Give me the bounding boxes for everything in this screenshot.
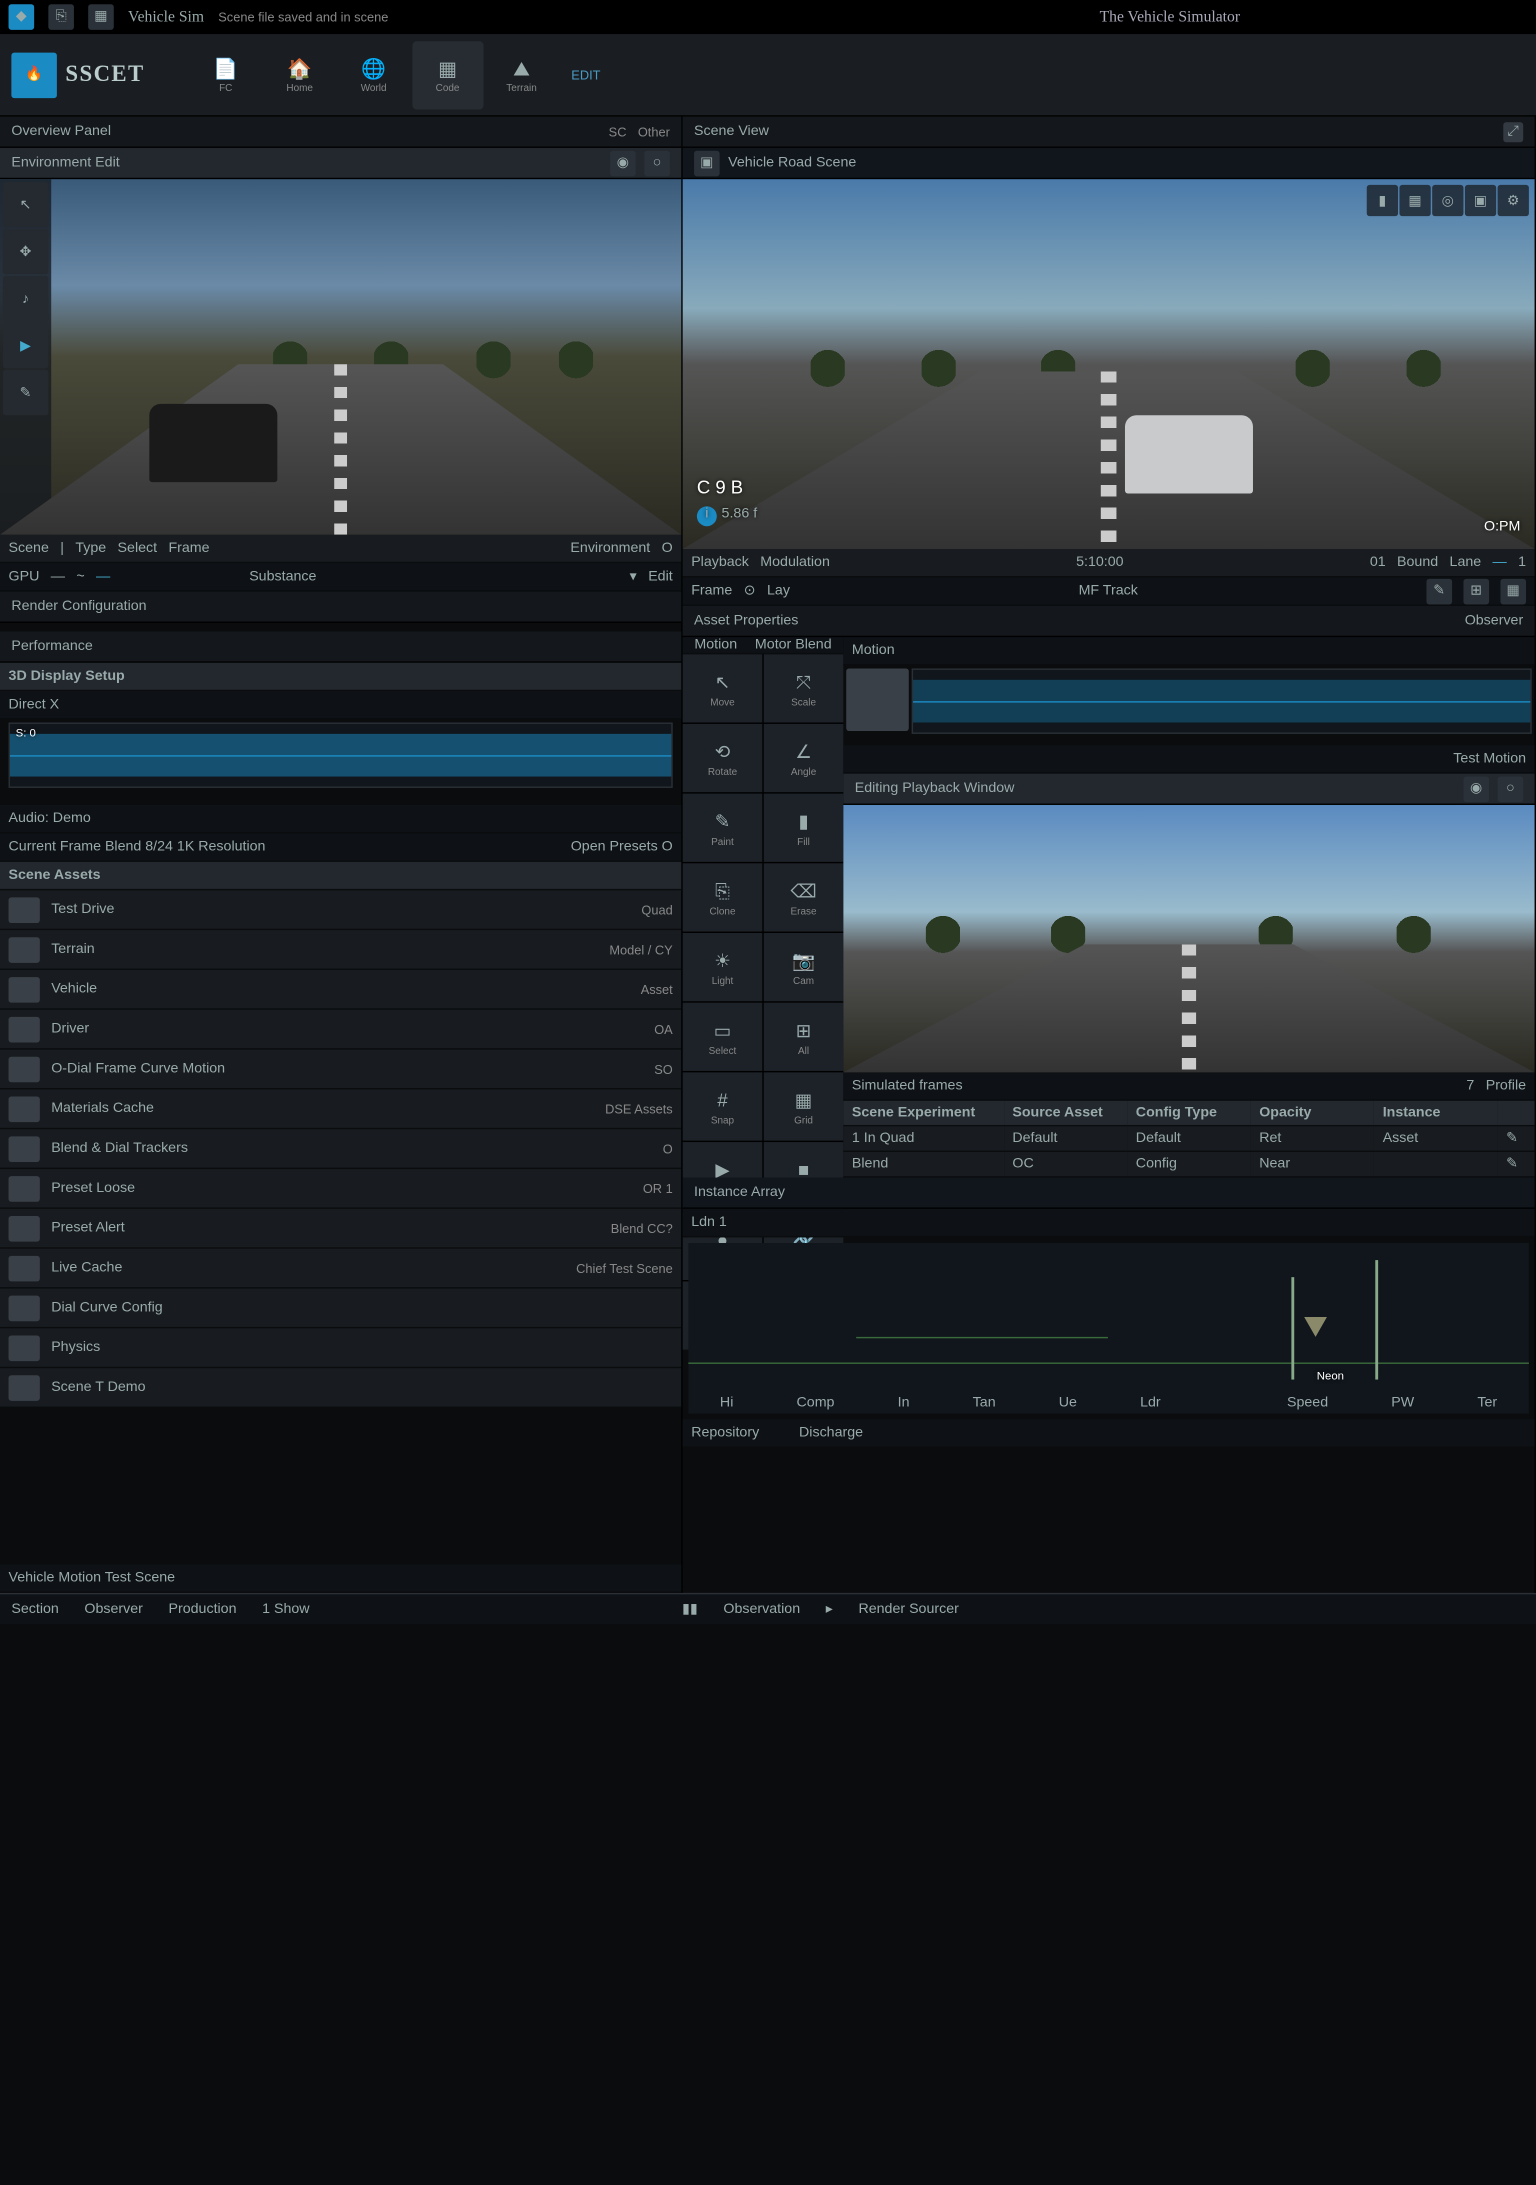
ribbon-tab-terrain[interactable]: ⛰Terrain [486,41,557,109]
assets-header[interactable]: Scene Assets [0,862,681,890]
palette-rotate[interactable]: ⟲Rotate [683,724,763,792]
motion-wave[interactable] [912,668,1532,733]
list-item[interactable]: Materials CacheDSE Assets [0,1089,681,1129]
config-table[interactable]: Scene ExperimentSource AssetConfig TypeO… [843,1101,1534,1178]
move-icon[interactable]: ✥ [3,229,49,275]
list-item[interactable]: Dial Curve Config [0,1289,681,1329]
palette-grid[interactable]: ▦Grid [764,1072,844,1140]
titlebar: ◆ ⎘ ▦ Vehicle Sim Scene file saved and i… [0,0,1536,34]
brand-logo[interactable]: 🔥 SSCET [11,52,144,98]
tool-icon[interactable]: ◎ [1432,185,1463,216]
palette-move[interactable]: ↖Move [683,654,763,722]
viewport-tab[interactable]: Environment Edit ◉ ○ [0,148,681,179]
telemetry-footer: RepositoryDischarge [683,1419,1535,1447]
render-config-hdr: Render Configuration [0,592,681,623]
brush-icon[interactable]: ✎ [3,370,49,416]
status-bar: SectionObserver Production1 Show ▮▮Obser… [0,1593,1536,1624]
performance-hdr: Performance [0,631,681,662]
titlebar-btn[interactable]: ▦ [88,4,114,30]
palette-angle[interactable]: ∠Angle [764,724,844,792]
palette-erase[interactable]: ⌫Erase [764,863,844,931]
overview-header: Overview Panel SC Other [0,117,681,148]
timeline-wave[interactable]: S: 0 [9,722,673,787]
expand-icon[interactable]: ⤢ [1503,122,1523,142]
scene-icon: ▣ [694,150,720,176]
list-item[interactable]: Blend & Dial TrackersO [0,1129,681,1169]
list-item[interactable]: VehicleAsset [0,970,681,1010]
viewport-toolstrip: ↖ ✥ ♪ ▶ ✎ [0,179,51,535]
app-icon[interactable]: ◆ [9,4,35,30]
vehicle [150,403,278,481]
palette-fill[interactable]: ▮Fill [764,794,844,862]
cursor-icon[interactable]: ↖ [3,182,49,228]
list-item[interactable]: Scene T Demo [0,1368,681,1408]
flame-icon: 🔥 [11,52,57,98]
telemetry-hdr: Instance Array [683,1178,1535,1209]
list-item[interactable]: DriverOA [0,1010,681,1050]
display-setup[interactable]: 3D Display Setup [0,663,681,691]
vehicle-main [1126,415,1254,493]
mode-badge: EDIT [571,68,600,82]
main-grid: Overview Panel SC Other Environment Edit… [0,117,1536,1593]
viewport-statusbar2: GPU—~— Substance ▾Edit [0,563,681,591]
ribbon-tab-file[interactable]: 📄FC [190,41,261,109]
palette-select[interactable]: ▭Select [683,1003,763,1071]
ribbon: 🔥 SSCET 📄FC 🏠Home 🌐World ▦Code ⛰Terrain … [0,34,1536,116]
ribbon-tab-home[interactable]: 🏠Home [264,41,335,109]
clip-thumb[interactable] [846,668,909,731]
palette-scale[interactable]: ⤧Scale [764,654,844,722]
transport-bar: PlaybackModulation 5:10:00 01Bound Lane—… [683,549,1535,577]
sim-bar: Simulated frames7Profile [843,1072,1534,1100]
note-icon[interactable]: ♪ [3,276,49,322]
right-column: Scene View ⤢ ▣ Vehicle Road Scene ▮ ▦ ◎ … [683,117,1536,1593]
palette-snap[interactable]: #Snap [683,1072,763,1140]
palette-all[interactable]: ⊞All [764,1003,844,1071]
list-item[interactable]: Live CacheChief Test Scene [0,1249,681,1289]
tool-icon[interactable]: ▣ [1465,185,1496,216]
properties-hdr: Asset PropertiesObserver [683,606,1535,637]
viewport-statusbar: Scene| Type Select Frame Environment O [0,535,681,563]
list-item[interactable]: Preset AlertBlend CC? [0,1209,681,1249]
scene-tab[interactable]: ▣ Vehicle Road Scene [683,148,1535,179]
palette-paint[interactable]: ✎Paint [683,794,763,862]
audio-header: Audio: Demo [0,805,681,833]
list-item[interactable]: O-Dial Frame Curve MotionSO [0,1050,681,1090]
telemetry-chart[interactable]: Neon HiCompInTanUeLdrSpeedPWTer [688,1243,1529,1414]
tool-icon[interactable]: ▦ [1399,185,1430,216]
list-item[interactable]: TerrainModel / CY [0,930,681,970]
ribbon-tab-code[interactable]: ▦Code [412,41,483,109]
list-item[interactable]: Physics [0,1328,681,1368]
asset-list[interactable]: Test DriveQuadTerrainModel / CYVehicleAs… [0,890,681,1564]
ribbon-tab-world[interactable]: 🌐World [338,41,409,109]
viewport-main[interactable]: ▮ ▦ ◎ ▣ ⚙ C 9 B i 5.86 f O:PM [683,179,1535,549]
viewport-tools: ▮ ▦ ◎ ▣ ⚙ [1367,185,1529,216]
project-path: Scene file saved and in scene [218,9,388,23]
app-name: Vehicle Sim [128,8,204,25]
list-item[interactable]: Test DriveQuad [0,890,681,930]
palette-cam[interactable]: 📷Cam [764,933,844,1001]
expand-icon[interactable]: ◉ [610,150,636,176]
list-item[interactable]: Preset LooseOR 1 [0,1169,681,1209]
tool-icon[interactable]: ⚙ [1498,185,1529,216]
tool-icon[interactable]: ▮ [1367,185,1398,216]
palette-light[interactable]: ☀Light [683,933,763,1001]
scene-header: Scene View ⤢ [683,117,1535,148]
left-column: Overview Panel SC Other Environment Edit… [0,117,683,1593]
palette-clone[interactable]: ⎘Clone [683,863,763,931]
marker-icon [1304,1318,1327,1349]
viewport-preview[interactable] [843,805,1534,1072]
titlebar-btn[interactable]: ⎘ [48,4,74,30]
behaviour-tab[interactable]: Editing Playback Window◉○ [843,774,1534,805]
window-title: The Vehicle Simulator [1100,8,1240,25]
play-icon[interactable]: ▶ [3,323,49,369]
viewport-left[interactable]: ↖ ✥ ♪ ▶ ✎ [0,179,681,535]
close-icon[interactable]: ○ [644,150,670,176]
